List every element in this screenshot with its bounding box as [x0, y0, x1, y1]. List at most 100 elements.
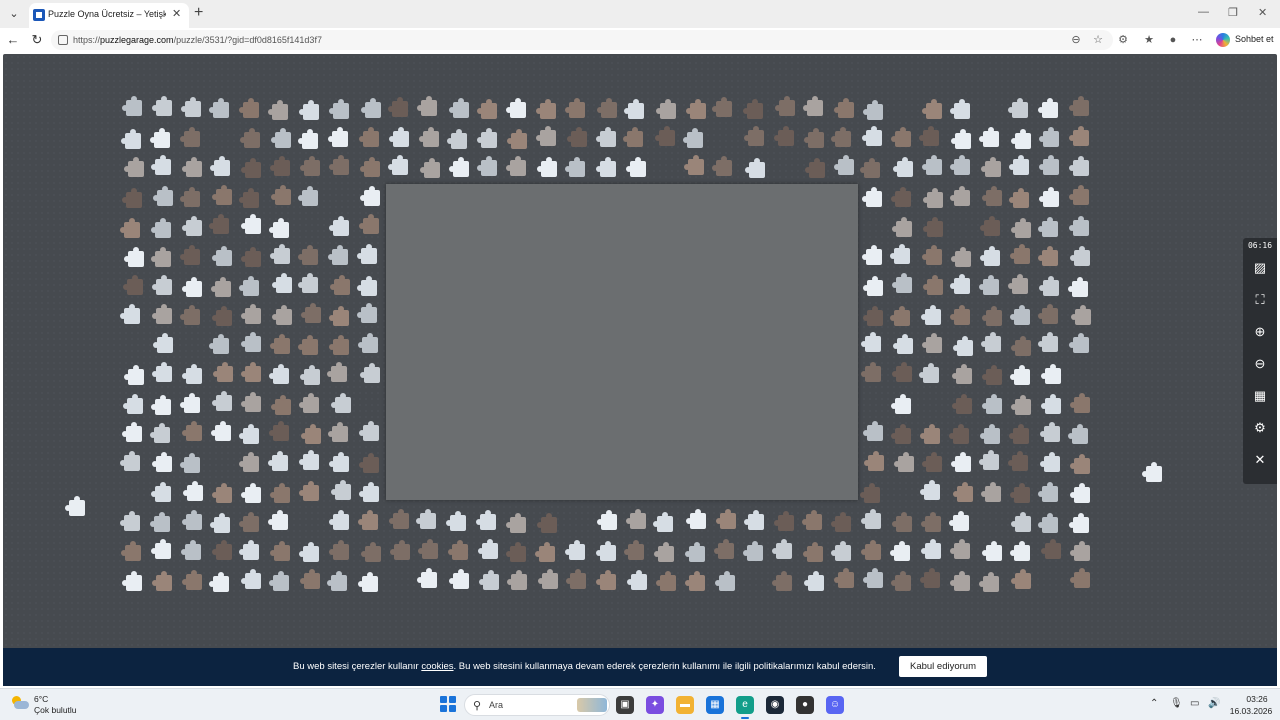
puzzle-piece[interactable] — [387, 155, 408, 176]
puzzle-piece[interactable] — [360, 97, 381, 118]
puzzle-piece[interactable] — [654, 542, 675, 563]
puzzle-piece[interactable] — [1038, 332, 1059, 353]
puzzle-piece[interactable] — [180, 186, 201, 207]
puzzle-piece[interactable] — [151, 96, 172, 117]
puzzle-piece[interactable] — [477, 128, 498, 149]
puzzle-piece[interactable] — [270, 394, 291, 415]
puzzle-piece[interactable] — [655, 126, 676, 147]
puzzle-piece[interactable] — [359, 185, 380, 206]
puzzle-piece[interactable] — [1069, 540, 1090, 561]
puzzle-piece[interactable] — [565, 97, 586, 118]
puzzle-piece[interactable] — [1070, 246, 1091, 267]
puzzle-piece[interactable] — [950, 186, 970, 207]
puzzle-piece[interactable] — [121, 421, 142, 442]
tab-active[interactable]: Puzzle Oyna Ücretsiz – Yetişkinler ✕ — [29, 3, 189, 28]
puzzle-piece[interactable] — [210, 156, 231, 177]
puzzle-piece[interactable] — [860, 332, 881, 353]
puzzle-piece[interactable] — [623, 126, 644, 147]
puzzle-piece[interactable] — [979, 423, 1000, 444]
puzzle-piece[interactable] — [331, 393, 351, 414]
puzzle-piece[interactable] — [1039, 452, 1060, 473]
puzzle-piece[interactable] — [712, 156, 733, 177]
puzzle-piece[interactable] — [683, 127, 704, 148]
puzzle-piece[interactable] — [416, 509, 437, 530]
puzzle-piece[interactable] — [212, 184, 233, 205]
puzzle-piece[interactable] — [981, 364, 1002, 385]
puzzle-piece[interactable] — [1009, 304, 1030, 325]
puzzle-piece[interactable] — [949, 510, 970, 531]
puzzle-piece[interactable] — [535, 542, 556, 563]
puzzle-piece[interactable] — [358, 127, 379, 147]
close-window-icon[interactable]: ✕ — [1258, 6, 1267, 19]
puzzle-piece[interactable] — [893, 451, 914, 472]
puzzle-piece[interactable] — [981, 481, 1002, 502]
puzzle-piece[interactable] — [122, 570, 143, 591]
puzzle-piece[interactable] — [122, 188, 143, 209]
start-button[interactable] — [440, 696, 456, 712]
puzzle-piece[interactable] — [150, 217, 171, 238]
puzzle-piece[interactable] — [123, 247, 144, 268]
puzzle-piece[interactable] — [743, 125, 764, 146]
puzzle-piece[interactable] — [179, 453, 200, 474]
puzzle-piece[interactable] — [949, 305, 970, 326]
puzzle-piece[interactable] — [863, 275, 884, 296]
maximize-icon[interactable]: ❐ — [1228, 6, 1238, 19]
puzzle-piece[interactable] — [921, 244, 942, 265]
puzzle-piece[interactable] — [536, 125, 557, 146]
puzzle-piece[interactable] — [123, 365, 144, 386]
puzzle-piece[interactable] — [1009, 155, 1030, 176]
puzzle-piece[interactable] — [920, 568, 941, 589]
puzzle-piece[interactable] — [652, 512, 673, 533]
puzzle-piece[interactable] — [1038, 216, 1059, 237]
puzzle-piece[interactable] — [269, 217, 290, 238]
puzzle-piece[interactable] — [833, 568, 854, 589]
puzzle-piece[interactable] — [890, 394, 911, 415]
app-icon[interactable]: ● — [796, 696, 814, 714]
puzzle-piece[interactable] — [327, 244, 348, 265]
puzzle-piece[interactable] — [152, 274, 173, 295]
puzzle-piece[interactable] — [448, 539, 469, 560]
puzzle-piece[interactable] — [328, 305, 349, 326]
puzzle-piece[interactable] — [209, 214, 230, 235]
puzzle-piece[interactable] — [298, 450, 319, 471]
puzzle-piece[interactable] — [685, 509, 706, 530]
puzzle-piece[interactable] — [1010, 394, 1031, 415]
puzzle-piece[interactable] — [330, 274, 351, 295]
puzzle-piece[interactable] — [1011, 217, 1032, 238]
puzzle-piece[interactable] — [241, 246, 262, 267]
puzzle-piece[interactable] — [978, 571, 999, 592]
task-view-icon[interactable]: ▣ — [616, 696, 634, 714]
puzzle-piece[interactable] — [359, 482, 380, 503]
puzzle-piece[interactable] — [1008, 424, 1029, 445]
puzzle-piece[interactable] — [208, 333, 229, 354]
puzzle-piece[interactable] — [624, 539, 645, 560]
puzzle-piece[interactable] — [297, 186, 318, 207]
puzzle-piece[interactable] — [1010, 244, 1031, 265]
puzzle-piece[interactable] — [449, 97, 470, 118]
puzzle-piece[interactable] — [892, 511, 913, 532]
puzzle-piece[interactable] — [1008, 450, 1029, 471]
puzzle-piece[interactable] — [240, 128, 261, 149]
puzzle-piece[interactable] — [120, 511, 141, 532]
puzzle-piece[interactable] — [1070, 305, 1091, 326]
puzzle-piece[interactable] — [860, 362, 881, 383]
zoom-out-icon[interactable]: ⊖ — [1252, 356, 1268, 372]
puzzle-piece[interactable] — [268, 570, 289, 591]
puzzle-piece[interactable] — [212, 540, 233, 561]
puzzle-piece[interactable] — [121, 128, 142, 149]
extensions-icon[interactable]: ⚙ — [1116, 33, 1130, 47]
puzzle-piece[interactable] — [299, 569, 320, 590]
puzzle-piece[interactable] — [390, 540, 411, 561]
puzzle-piece[interactable] — [715, 570, 736, 591]
puzzle-piece[interactable] — [831, 126, 852, 147]
puzzle-piece[interactable] — [922, 333, 943, 354]
puzzle-piece[interactable] — [297, 129, 318, 150]
puzzle-piece[interactable] — [712, 97, 733, 118]
puzzle-piece[interactable] — [1039, 275, 1060, 296]
edge-icon[interactable]: e — [736, 696, 754, 719]
puzzle-piece[interactable] — [212, 245, 233, 266]
puzzle-piece[interactable] — [950, 155, 971, 176]
puzzle-piece[interactable] — [861, 540, 882, 560]
puzzle-piece[interactable] — [565, 540, 586, 561]
puzzle-piece[interactable] — [241, 391, 262, 412]
